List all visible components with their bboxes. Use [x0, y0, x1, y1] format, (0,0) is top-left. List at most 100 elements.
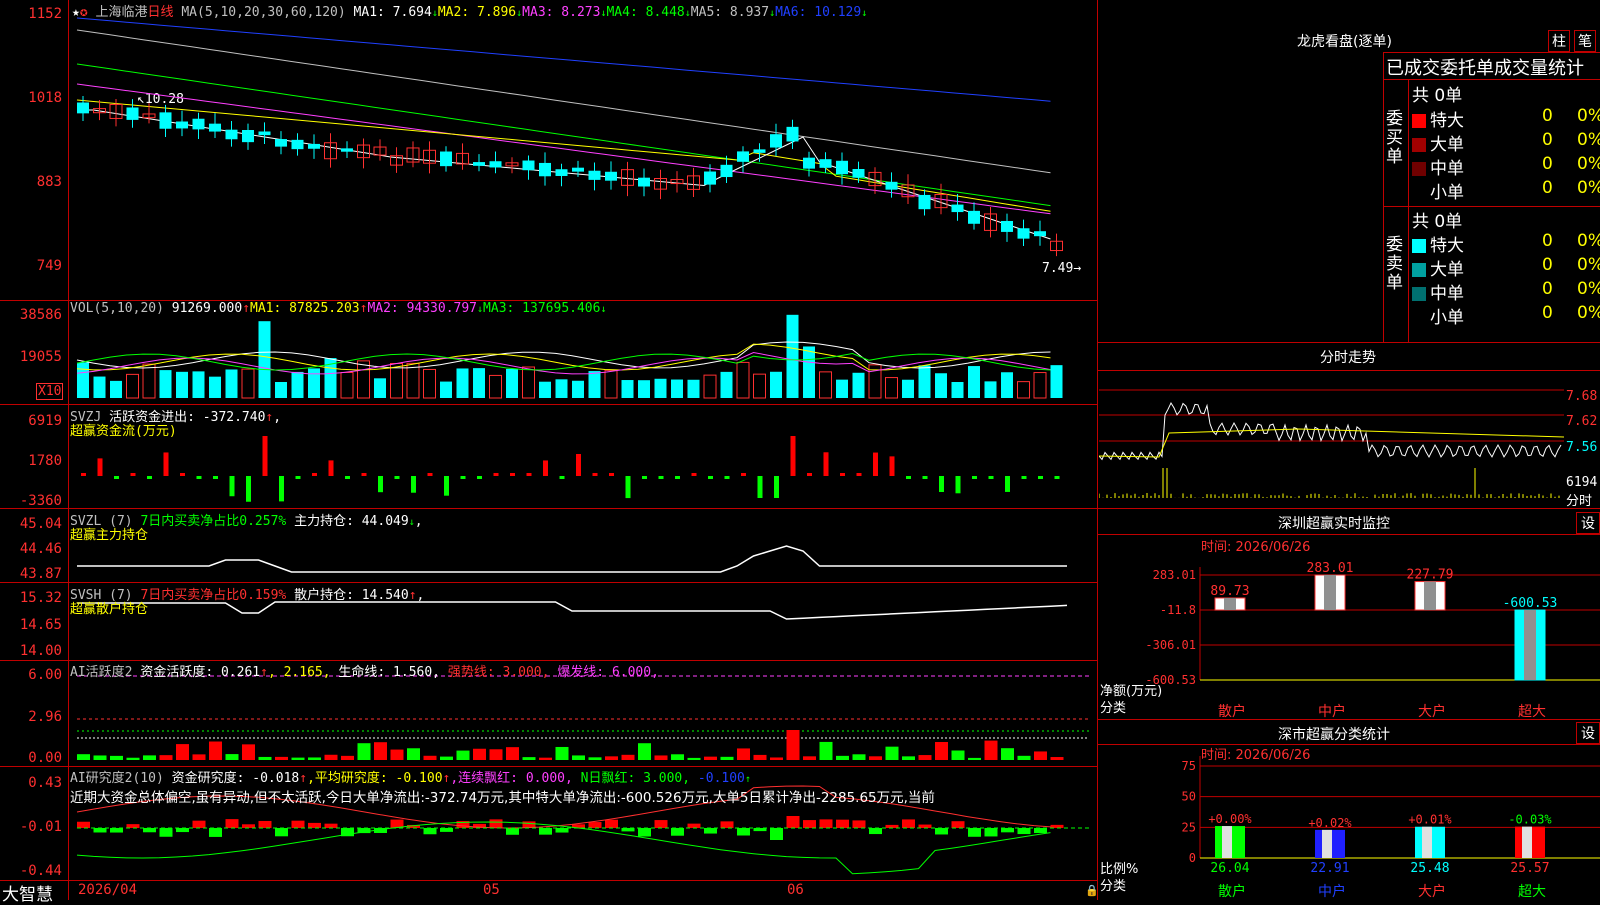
svzj-y-label: 1780: [28, 453, 62, 469]
kline-y-label: 883: [36, 174, 62, 190]
panel-separator: [1097, 719, 1600, 720]
sell-total: 共 0单: [1412, 212, 1463, 232]
activity-bar: [1050, 757, 1064, 760]
activity-bar: [489, 749, 503, 760]
svzj-bar: [196, 476, 202, 479]
svzj-bar: [460, 476, 466, 479]
volume-bar: [126, 373, 139, 399]
sell-row-l[interactable]: 大单00%: [1412, 255, 1600, 280]
ai-act-t2: , 2.165,: [267, 665, 331, 680]
research-bar: [803, 820, 816, 828]
classify-xlabel: 分类: [1100, 879, 1127, 894]
sell-row-m[interactable]: 中单00%: [1412, 279, 1600, 304]
monitor-bar-shade: [1224, 597, 1236, 611]
activity-bar: [390, 749, 404, 760]
volume-bar: [1033, 372, 1047, 399]
classify-chart[interactable]: 75 50 25 0 +0.00% 26.04 散户 +0.02% 22.91 中户 +0.01% 2…: [1130, 756, 1600, 900]
activity-bar: [308, 757, 321, 760]
volume-bar: [588, 371, 601, 398]
activity-bar: [159, 755, 173, 760]
research-bar: [935, 828, 948, 835]
activity-bar: [671, 754, 684, 760]
buy-row-s[interactable]: 小单00%: [1412, 178, 1600, 203]
svzj-bar: [889, 456, 895, 476]
svzj-bar: [972, 476, 977, 479]
volume-bar: [506, 368, 518, 398]
activity-bar: [935, 742, 948, 760]
brand-logo[interactable]: 大智慧: [2, 880, 53, 905]
research-bar: [423, 828, 437, 835]
panel-separator: [0, 508, 1097, 509]
intraday-chart[interactable]: [1099, 371, 1564, 508]
vol-value: 91269.000: [171, 301, 243, 316]
svzj-bar: [1038, 476, 1043, 479]
svzj-bar: [279, 476, 284, 502]
res-y-label: 0.43: [28, 775, 62, 791]
monitor-settings-button[interactable]: 设: [1576, 512, 1600, 534]
activity-bar: [110, 755, 123, 760]
svzj-bar: [774, 476, 779, 498]
volume-bar: [654, 378, 667, 398]
candle-down: [572, 167, 584, 172]
act-y-label: 2.96: [28, 709, 62, 725]
dragon-header: 已成交委托单成交量统计: [1386, 58, 1584, 79]
sell-row-xl[interactable]: 特大00%: [1412, 231, 1600, 256]
monitor-chart[interactable]: 283.01 -11.8 -306.01 -600.53 89.73 散户 283.01 中户…: [1130, 550, 1600, 720]
candle-down: [1001, 220, 1013, 232]
activity-bar: [819, 741, 833, 760]
activity-bar: [968, 757, 981, 760]
classify-settings-button[interactable]: 设: [1576, 722, 1600, 744]
activity-bar: [1034, 751, 1047, 760]
volume-bar: [192, 371, 205, 398]
classify-value: 25.48: [1410, 861, 1449, 876]
buy-row-l[interactable]: 大单00%: [1412, 130, 1600, 155]
buy-row-xl[interactable]: 特大00%: [1412, 106, 1600, 131]
activity-bar: [93, 755, 107, 760]
svzj-bar: [757, 476, 763, 498]
candle-down: [192, 118, 205, 130]
classify-value: 25.57: [1510, 861, 1549, 876]
candle-down: [242, 130, 254, 143]
candle-down: [1017, 228, 1030, 239]
lock-icon[interactable]: 🔒: [1085, 884, 1099, 897]
main-chart-canvas[interactable]: [69, 0, 1097, 900]
svzj-bar: [411, 476, 416, 493]
monitor-bar-value: -600.53: [1503, 596, 1558, 611]
volume-bar: [456, 368, 469, 398]
panel-separator: [1097, 744, 1600, 745]
research-bar: [588, 822, 602, 828]
sell-row-s[interactable]: 小单00%: [1412, 303, 1600, 328]
ai-act-label: AI活跃度2: [70, 665, 133, 680]
svzj-bar: [229, 476, 235, 497]
ai-res-label: AI研究度2(10): [70, 771, 164, 786]
activity-bar: [984, 740, 998, 760]
panel-separator: [0, 582, 1097, 583]
activity-bar: [1017, 755, 1031, 760]
tick-view-button[interactable]: 笔: [1574, 30, 1596, 52]
research-bar: [951, 821, 965, 828]
activity-bar: [440, 756, 453, 760]
candle-down: [836, 160, 848, 175]
candle-down: [786, 126, 799, 142]
vol-y-label: 19055: [19, 349, 62, 365]
svzj-bar: [543, 460, 548, 476]
research-bar: [1001, 828, 1014, 833]
ai-comment: 近期大资金总体偏空,虽有异动,但不太活跃,今日大单净流出:-372.74万元,其…: [70, 790, 935, 806]
buy-row-m[interactable]: 中单00%: [1412, 154, 1600, 179]
svzj-bar: [526, 473, 532, 476]
column-view-button[interactable]: 柱: [1548, 30, 1570, 52]
activity-bar: [473, 748, 486, 760]
volume-bar: [522, 366, 535, 399]
volume-bar: [209, 376, 221, 398]
vol-unit-box[interactable]: X10: [36, 383, 64, 400]
activity-bar: [192, 754, 206, 760]
svzj-bar: [345, 476, 350, 479]
candle-down: [605, 171, 617, 181]
volume-bar: [1050, 365, 1063, 398]
volume-bar: [819, 371, 832, 399]
svzl-y-label: 44.46: [19, 541, 62, 557]
research-bar: [440, 828, 453, 832]
monitor-xlabel: 分类: [1100, 701, 1127, 716]
activity-bar: [704, 756, 717, 760]
svzj-bar: [807, 473, 812, 476]
